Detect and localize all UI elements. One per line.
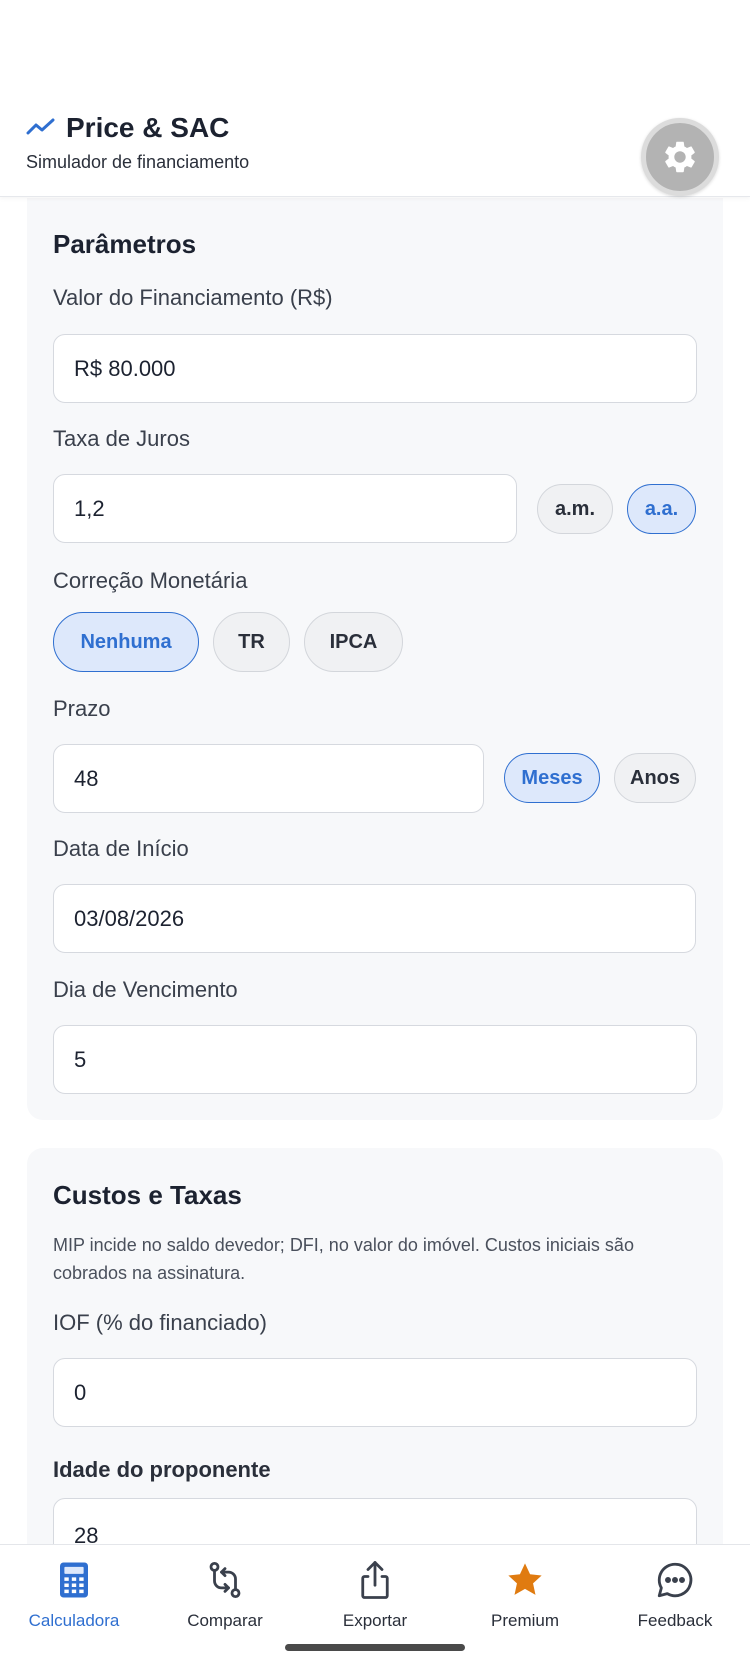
compare-icon (209, 1561, 241, 1599)
prazo-input[interactable]: 48 (53, 744, 484, 813)
prazo-label: Prazo (53, 696, 111, 721)
iof-input[interactable]: 0 (53, 1358, 697, 1427)
settings-button[interactable] (641, 118, 719, 196)
trend-icon (26, 118, 55, 135)
brand: Price & SAC (26, 112, 229, 144)
gear-icon (665, 141, 695, 173)
app-subtitle: Simulador de financiamento (26, 152, 250, 172)
correcao-ipca-option[interactable]: IPCA (304, 612, 403, 672)
iof-label: IOF (% do financiado) (53, 1310, 267, 1335)
dia-vencimento-label: Dia de Vencimento (53, 977, 238, 1002)
custos-title: Custos e Taxas (53, 1180, 242, 1210)
correcao-nenhuma-option[interactable]: Nenhuma (53, 612, 199, 672)
parametros-title: Parâmetros (53, 229, 197, 259)
nav-calculadora[interactable]: Calculadora (9, 1559, 139, 1631)
taxa-aa-toggle[interactable]: a.a. (627, 484, 696, 534)
taxa-am-toggle[interactable]: a.m. (537, 484, 613, 534)
nav-premium-label: Premium (490, 1611, 559, 1630)
home-indicator (285, 1644, 465, 1651)
nav-exportar[interactable]: Exportar (310, 1559, 440, 1631)
prazo-meses-toggle[interactable]: Meses (504, 753, 600, 803)
app-header: Price & SAC Simulador de financiamento (0, 0, 750, 197)
data-inicio-input[interactable]: 03/08/2026 (53, 884, 696, 953)
taxa-input[interactable]: 1,2 (53, 474, 517, 543)
nav-calculadora-label: Calculadora (28, 1611, 120, 1630)
correcao-label: Correção Monetária (53, 568, 248, 593)
nav-comparar[interactable]: Comparar (160, 1559, 290, 1631)
nav-premium[interactable]: Premium (460, 1559, 590, 1631)
nav-exportar-label: Exportar (342, 1611, 408, 1630)
share-icon (361, 1561, 389, 1599)
star-icon (508, 1563, 542, 1595)
prazo-anos-toggle[interactable]: Anos (614, 753, 696, 803)
valor-input[interactable]: R$ 80.000 (53, 334, 697, 403)
nav-feedback[interactable]: Feedback (610, 1559, 740, 1631)
nav-comparar-label: Comparar (187, 1611, 263, 1630)
dia-vencimento-input[interactable]: 5 (53, 1025, 697, 1094)
app-title: Price & SAC (66, 112, 230, 143)
idade-label: Idade do proponente (53, 1457, 271, 1482)
valor-label: Valor do Financiamento (R$) (53, 285, 333, 310)
data-inicio-label: Data de Início (53, 836, 189, 861)
nav-feedback-label: Feedback (637, 1611, 713, 1630)
custos-note: MIP incide no saldo devedor; DFI, no val… (53, 1235, 634, 1283)
taxa-label: Taxa de Juros (53, 426, 190, 451)
chat-icon (657, 1562, 693, 1598)
calculator-icon (60, 1562, 88, 1598)
correcao-tr-option[interactable]: TR (213, 612, 290, 672)
